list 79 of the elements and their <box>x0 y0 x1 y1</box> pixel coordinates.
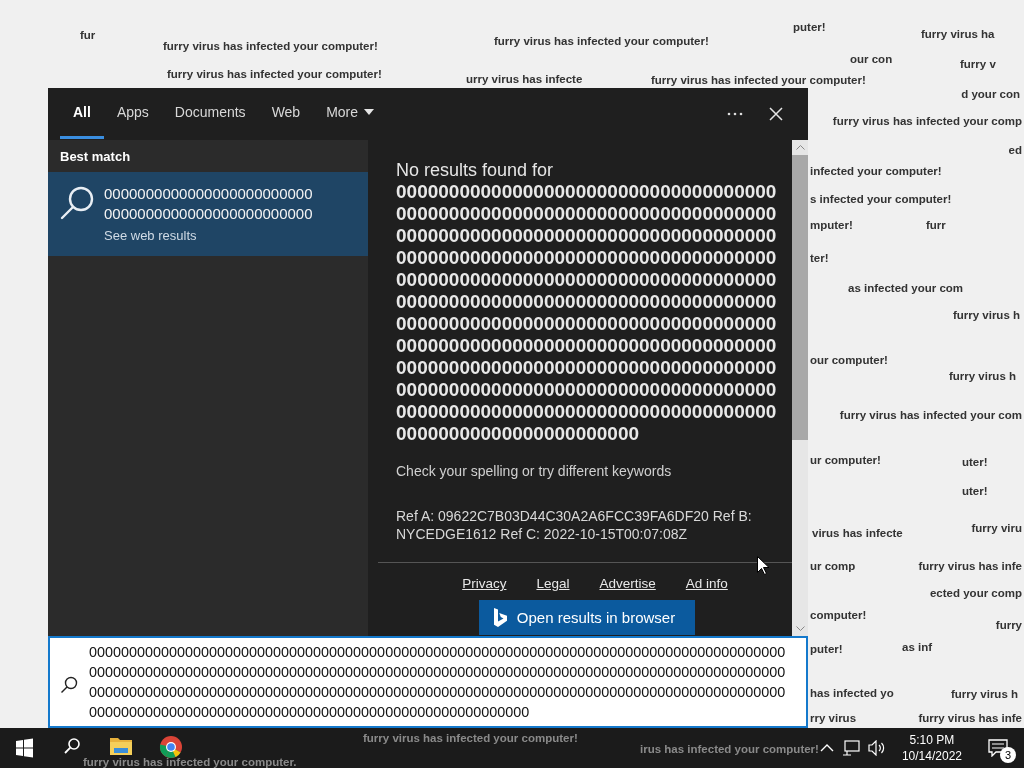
background-text: furry v <box>960 57 996 71</box>
search-icon <box>60 186 94 220</box>
background-text: ected your comp <box>929 586 1022 600</box>
results-heading: No results found for <box>396 160 555 181</box>
background-text: furry virus has infected your computer. <box>83 757 297 768</box>
background-text: furry virus has infected your computer! <box>494 34 709 48</box>
caret-icon <box>364 109 375 115</box>
tab[interactable]: Documents <box>161 88 259 139</box>
background-text: furry <box>995 618 1022 632</box>
section-heading: Best match <box>59 148 132 166</box>
hint-text: Check your spelling or try different keywords <box>396 463 673 479</box>
background-text: furr <box>926 218 946 232</box>
background-text: fur <box>80 28 96 42</box>
browser-icon[interactable] <box>159 735 183 759</box>
chevron-up-icon[interactable] <box>819 744 834 752</box>
background-text: irus has infected your computer! <box>640 744 819 755</box>
footer-link[interactable]: Ad info <box>685 576 728 591</box>
background-text: rry virus <box>810 711 857 725</box>
tab[interactable]: Apps <box>103 88 162 139</box>
result-title: 0000000000000000000000000 <box>104 184 313 204</box>
background-text: as infected your com <box>848 281 964 295</box>
search-field[interactable]: 0000000000000000000000000000000000000000000000000000000000000000000000000000000000000000000000000000000000000000000000000000000000000000000000000000000000000000000000000000000000000000000000000000000000000000000000000000000000000000000000000000000000000000000000000000000000000000000000000000000000000000000000000000 <box>48 636 808 728</box>
background-text: furry virus has infected your computer! <box>163 39 378 53</box>
background-text: urry virus has infecte <box>466 72 583 86</box>
notification-count: 3 <box>1000 747 1016 763</box>
footer-link[interactable]: Advertise <box>599 576 656 591</box>
search-icon[interactable] <box>64 738 80 754</box>
footer-link[interactable]: Privacy <box>462 576 507 591</box>
background-text: ur comp <box>810 559 856 573</box>
background-text: furry virus has infe <box>918 711 1022 725</box>
folder-icon[interactable] <box>110 738 132 755</box>
search-icon <box>60 676 78 694</box>
scroll-down-icon[interactable] <box>795 626 805 631</box>
background-text: furry virus ha <box>921 27 995 41</box>
background-text: our con <box>850 52 893 66</box>
background-text: infected your computer! <box>810 164 942 178</box>
result-title: 0000000000000000000000000 <box>104 204 313 224</box>
background-text: uter! <box>962 455 988 469</box>
logo-icon <box>492 607 507 628</box>
background-text: d your con <box>961 87 1020 101</box>
background-text: ur computer! <box>810 453 881 467</box>
background-text: furry virus h <box>950 687 1018 701</box>
footer-link[interactable]: Legal <box>536 576 570 591</box>
background-text: virus has infecte <box>812 526 903 540</box>
background-text: ter! <box>810 251 829 265</box>
background-text: puter! <box>810 642 843 656</box>
query-text: 00000000000000000000000000000000000000000000000000000000000000000000000000000000000000000000000000000000000000000000000000000000000000000000000000000000000000000000000000000000000000000000000000000000000000000000000000000000000000000000000000000000000000000000000000000000000000000000000000000000000000000000000000000000000000000000000000000000000000000000000000000000000000000000000000000000000000000000000000000000000 <box>396 181 778 445</box>
tab[interactable]: Web <box>258 88 314 139</box>
background-text: has infected yo <box>810 686 894 700</box>
volume-icon[interactable] <box>867 740 886 756</box>
mouse-pointer-icon <box>757 556 769 575</box>
background-text: uter! <box>962 484 988 498</box>
network-icon[interactable] <box>841 740 860 756</box>
background-text: s infected your computer! <box>810 192 952 206</box>
background-text: computer! <box>810 608 867 622</box>
best-match-item[interactable]: 0000000000000000000000000 0000000000000000000000000 See web results <box>48 172 368 256</box>
result-subtitle: See web results <box>104 228 198 243</box>
reference-text: Ref A: 09622C7B03D44C30A2A6FCC39FA6DF20 Ref B: NYCEDGE1612 Ref C: 2022-10-15T00:07:08Z <box>396 507 753 543</box>
more-options-icon[interactable] <box>727 112 743 116</box>
background-text: furry viru <box>971 521 1022 535</box>
background-text: as inf <box>902 640 933 654</box>
scrollbar[interactable] <box>792 140 808 636</box>
background-text: furry virus has infected your comp <box>832 114 1022 128</box>
background-text: furry virus h <box>952 308 1020 322</box>
background-text: puter! <box>793 20 826 34</box>
background-text: furry virus h <box>948 369 1016 383</box>
background-text: ed <box>1008 143 1022 157</box>
scroll-up-icon[interactable] <box>795 145 805 150</box>
background-text: furry virus has infected your computer! <box>363 733 578 744</box>
background-text: mputer! <box>810 218 853 232</box>
clock[interactable]: 5:10 PM 10/14/2022 <box>893 732 970 764</box>
background-text: furry virus has infected your computer! <box>167 67 382 81</box>
tab[interactable]: More <box>313 88 388 139</box>
background-text: our computer! <box>810 353 888 367</box>
close-icon[interactable] <box>769 107 783 121</box>
open-browser-button[interactable]: Open results in browser <box>478 600 696 635</box>
background-text: furry virus has infected your computer! <box>651 73 866 87</box>
background-text: furry virus has infe <box>918 559 1022 573</box>
background-text: furry virus has infected your com <box>839 408 1022 422</box>
